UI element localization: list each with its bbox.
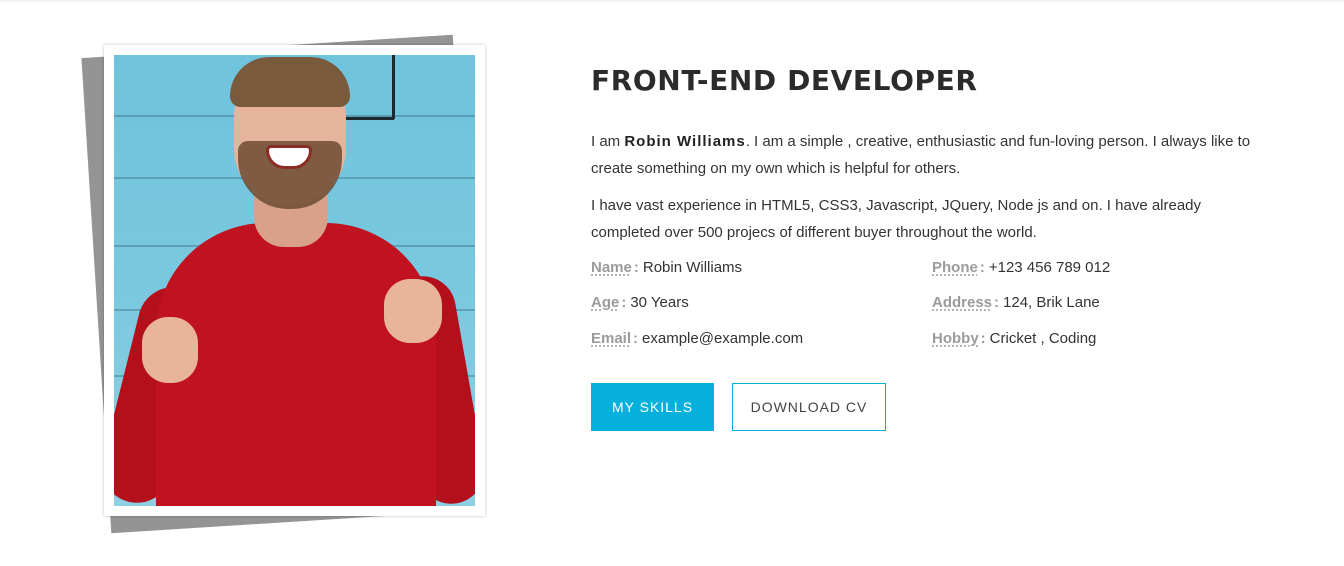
info-age-label: Age [591,294,620,311]
info-address: Address:124, Brik Lane [932,294,1100,311]
person-hair [230,57,350,107]
info-email-value: example@example.com [642,330,804,347]
info-separator: : [633,259,639,276]
info-address-label: Address [932,294,993,311]
info-hobby: Hobby: Cricket , Coding [932,330,1096,347]
intro-name: Robin Williams [624,133,746,150]
info-hobby-label: Hobby [932,330,979,347]
profile-photo [114,55,475,506]
profile-photo-area [0,0,560,566]
info-separator: : [633,330,639,347]
photo-frame [104,45,485,516]
info-separator: : [980,330,986,347]
info-email-label: Email [591,330,632,347]
info-email: Email: example@example.com [591,330,803,347]
info-name-label: Name [591,259,632,276]
my-skills-button[interactable]: MY SKILLS [591,383,714,431]
info-phone-label: Phone [932,259,978,276]
info-phone: Phone: +123 456 789 012 [932,259,1110,276]
person-sweater [156,223,436,506]
info-separator: : [979,259,985,276]
person-fist [384,279,442,343]
info-phone-value: +123 456 789 012 [988,259,1111,276]
download-cv-button[interactable]: DOWNLOAD CV [732,383,886,431]
info-separator: : [994,294,1000,311]
info-age: Age:30 Years [591,294,689,311]
info-name: Name: Robin Williams [591,259,742,276]
intro-paragraph: I am Robin Williams. I am a simple , cre… [591,128,1251,182]
info-name-value: Robin Williams [642,259,743,276]
info-separator: : [621,294,627,311]
info-age-value: 30 Years [630,294,689,311]
person-fist [142,317,198,383]
info-hobby-value: Cricket , Coding [989,330,1097,347]
wall-crack [392,55,395,119]
info-address-value: 124, Brik Lane [1003,294,1100,311]
page-title: FRONT-END DEVELOPER [591,64,978,97]
experience-paragraph: I have vast experience in HTML5, CSS3, J… [591,197,1202,241]
intro-prefix: I am [591,133,625,150]
